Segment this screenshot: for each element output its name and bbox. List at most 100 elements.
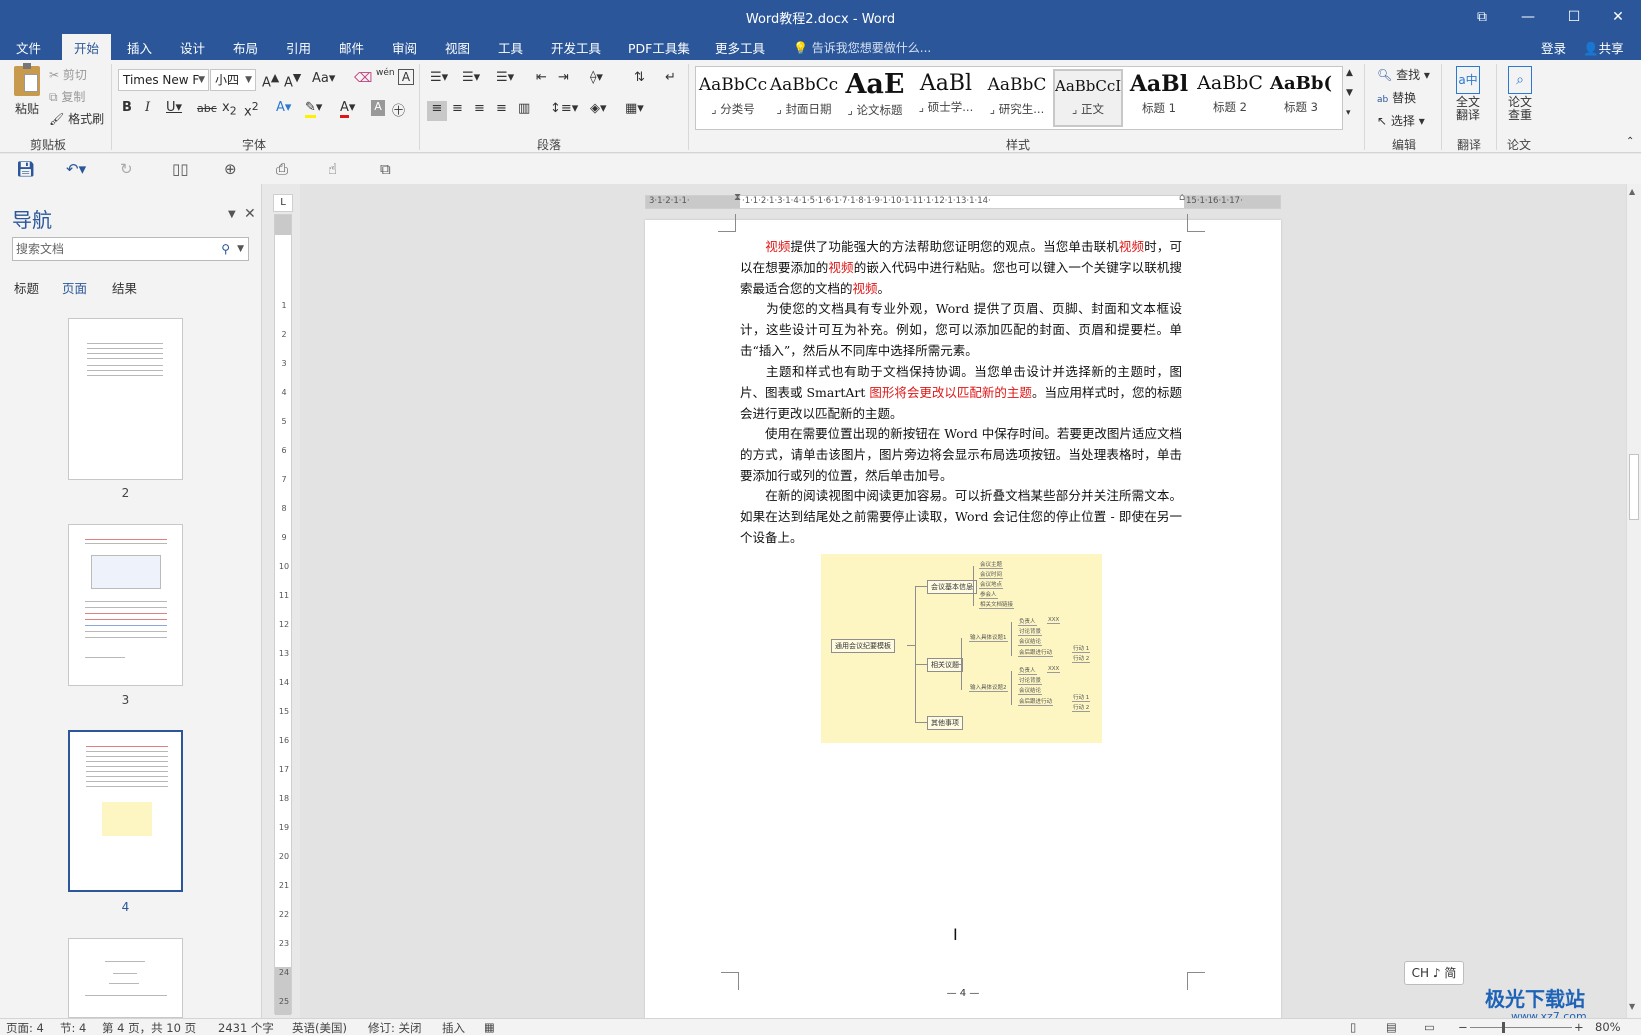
- tab-file[interactable]: 文件: [16, 38, 41, 57]
- full-translate-button[interactable]: a中 全文 翻译: [1448, 66, 1488, 122]
- find-button[interactable]: 🔍︎ 查找 ▾: [1377, 66, 1430, 83]
- tab-design[interactable]: 设计: [180, 38, 205, 57]
- search-input[interactable]: 搜索文档 ⚲ ▼: [12, 237, 249, 261]
- redo-icon[interactable]: ↻: [120, 160, 133, 178]
- status-page-count[interactable]: 第 4 页，共 10 页: [102, 1020, 196, 1035]
- char-border-button[interactable]: A: [398, 69, 414, 85]
- tab-insert[interactable]: 插入: [127, 38, 152, 57]
- highlight-button[interactable]: ✎▾: [305, 100, 322, 118]
- paste-button[interactable]: 粘贴: [10, 63, 44, 117]
- read-mode-icon[interactable]: ▯▯: [172, 160, 189, 178]
- search-icon[interactable]: ⚲: [221, 238, 230, 260]
- tab-pdf-tools[interactable]: PDF工具集: [628, 38, 690, 57]
- shading-button[interactable]: ◈▾: [590, 101, 607, 116]
- bold-button[interactable]: B: [122, 100, 132, 115]
- nav-tab-headings[interactable]: 标题: [14, 278, 39, 297]
- tab-selector[interactable]: L: [273, 194, 293, 212]
- style-item[interactable]: AaBbCc ⌟ 分类号: [698, 69, 768, 127]
- web-layout-icon[interactable]: ⊕: [224, 160, 237, 178]
- char-shading-button[interactable]: A: [371, 100, 385, 116]
- change-case-button[interactable]: Aa▾: [312, 71, 335, 86]
- scroll-up-icon[interactable]: ▲: [1629, 187, 1635, 196]
- tab-mailings[interactable]: 邮件: [339, 38, 364, 57]
- style-item[interactable]: AaBl 标题 1: [1124, 69, 1194, 127]
- macro-icon[interactable]: ▦: [484, 1020, 495, 1034]
- login-link[interactable]: 登录: [1541, 38, 1566, 57]
- show-marks-button[interactable]: ↵: [665, 70, 676, 85]
- page-thumbnail-active[interactable]: [68, 730, 183, 892]
- superscript-button[interactable]: x2: [244, 100, 259, 119]
- status-track-changes[interactable]: 修订: 关闭: [368, 1020, 422, 1035]
- sort-button[interactable]: ⇅: [634, 70, 645, 85]
- page-thumbnail[interactable]: [68, 318, 183, 480]
- increase-indent-button[interactable]: ⇥: [558, 70, 569, 85]
- page-thumbnail[interactable]: [68, 938, 183, 1018]
- customize-icon[interactable]: ⧉: [380, 160, 391, 178]
- minimize-button[interactable]: —: [1505, 0, 1551, 34]
- font-size-combo[interactable]: 小四 ▼: [210, 69, 256, 91]
- nav-tab-results[interactable]: 结果: [112, 278, 137, 297]
- zoom-level[interactable]: 80%: [1595, 1020, 1621, 1034]
- indent-marker[interactable]: ⧗: [734, 192, 741, 203]
- font-color-button[interactable]: A▾: [340, 100, 355, 118]
- borders-button[interactable]: ▦▾: [625, 101, 644, 116]
- strikethrough-button[interactable]: abc: [197, 102, 217, 115]
- tab-view[interactable]: 视图: [445, 38, 470, 57]
- italic-button[interactable]: I: [145, 100, 150, 115]
- status-section[interactable]: 节: 4: [60, 1020, 86, 1035]
- tab-references[interactable]: 引用: [286, 38, 311, 57]
- style-item-selected[interactable]: AaBbCcI ⌟ 正文: [1053, 69, 1123, 127]
- zoom-slider-thumb[interactable]: [1502, 1022, 1505, 1033]
- tab-review[interactable]: 审阅: [392, 38, 417, 57]
- justify-button[interactable]: ≡: [496, 101, 507, 116]
- mindmap-image[interactable]: 通用会议纪要模板 会议基本信息 会议主题 会议时间 会议地点 参会人 相关文档链…: [821, 554, 1102, 743]
- zoom-out-icon[interactable]: −: [1458, 1020, 1468, 1034]
- touch-mode-icon[interactable]: ☝: [328, 160, 337, 178]
- styles-scroll-down[interactable]: ▼: [1346, 88, 1353, 98]
- close-button[interactable]: ✕: [1595, 0, 1641, 34]
- nav-tab-pages[interactable]: 页面: [62, 278, 87, 297]
- phonetic-guide-button[interactable]: wén: [376, 68, 395, 78]
- decrease-indent-button[interactable]: ⇤: [536, 70, 547, 85]
- scrollbar-thumb[interactable]: [1629, 454, 1639, 520]
- status-language[interactable]: 英语(美国): [292, 1020, 347, 1035]
- web-layout-icon[interactable]: ▭: [1424, 1020, 1435, 1034]
- multilevel-list-button[interactable]: ☰▾: [496, 70, 514, 85]
- paper-check-button[interactable]: ⌕ 论文 查重: [1500, 66, 1540, 122]
- enclose-char-button[interactable]: ㊉: [392, 100, 405, 119]
- restore-icon[interactable]: ⧉: [1459, 0, 1505, 34]
- tab-tools[interactable]: 工具: [498, 38, 523, 57]
- subscript-button[interactable]: x2: [222, 100, 237, 118]
- tab-more-tools[interactable]: 更多工具: [715, 38, 765, 57]
- numbering-button[interactable]: ☰▾: [462, 70, 480, 85]
- ime-indicator[interactable]: CH ♪ 简: [1404, 961, 1464, 985]
- asian-layout-button[interactable]: ⟠▾: [590, 70, 603, 85]
- grow-font-button[interactable]: A▲: [262, 71, 279, 90]
- font-name-combo[interactable]: Times New F ▼: [118, 69, 209, 91]
- tab-home[interactable]: 开始: [62, 34, 112, 60]
- right-indent-marker[interactable]: ⌂: [1179, 192, 1185, 203]
- styles-scroll-up[interactable]: ▲: [1346, 68, 1353, 78]
- collapse-ribbon-icon[interactable]: ⌃: [1626, 136, 1634, 147]
- bullets-button[interactable]: ☰▾: [430, 70, 448, 85]
- print-layout-icon[interactable]: ▤: [1386, 1020, 1397, 1034]
- tell-me-box[interactable]: 💡 告诉我您想要做什么...: [793, 39, 931, 56]
- chevron-down-icon[interactable]: ▼: [237, 238, 244, 260]
- style-item[interactable]: AaBbC ⌟ 研究生...: [982, 69, 1052, 127]
- styles-more[interactable]: ▾: [1346, 108, 1351, 118]
- print-preview-icon[interactable]: ⎙: [276, 160, 288, 178]
- tab-layout[interactable]: 布局: [233, 38, 258, 57]
- align-right-button[interactable]: ≡: [474, 101, 485, 116]
- zoom-in-icon[interactable]: +: [1574, 1020, 1584, 1034]
- style-item[interactable]: AaBl ⌟ 硕士学...: [911, 69, 981, 127]
- line-spacing-button[interactable]: ↕≡▾: [550, 101, 578, 116]
- select-button[interactable]: ↖ 选择 ▾: [1377, 112, 1425, 129]
- status-insert-mode[interactable]: 插入: [442, 1020, 465, 1035]
- read-mode-icon[interactable]: ▯: [1350, 1020, 1356, 1034]
- format-painter-button[interactable]: 🖌 格式刷: [49, 110, 104, 127]
- copy-button[interactable]: ⧉ 复制: [49, 88, 85, 105]
- page-thumbnail[interactable]: [68, 524, 183, 686]
- status-page[interactable]: 页面: 4: [6, 1020, 44, 1035]
- shrink-font-button[interactable]: A▼: [284, 71, 301, 90]
- chevron-down-icon[interactable]: ▼: [228, 209, 236, 220]
